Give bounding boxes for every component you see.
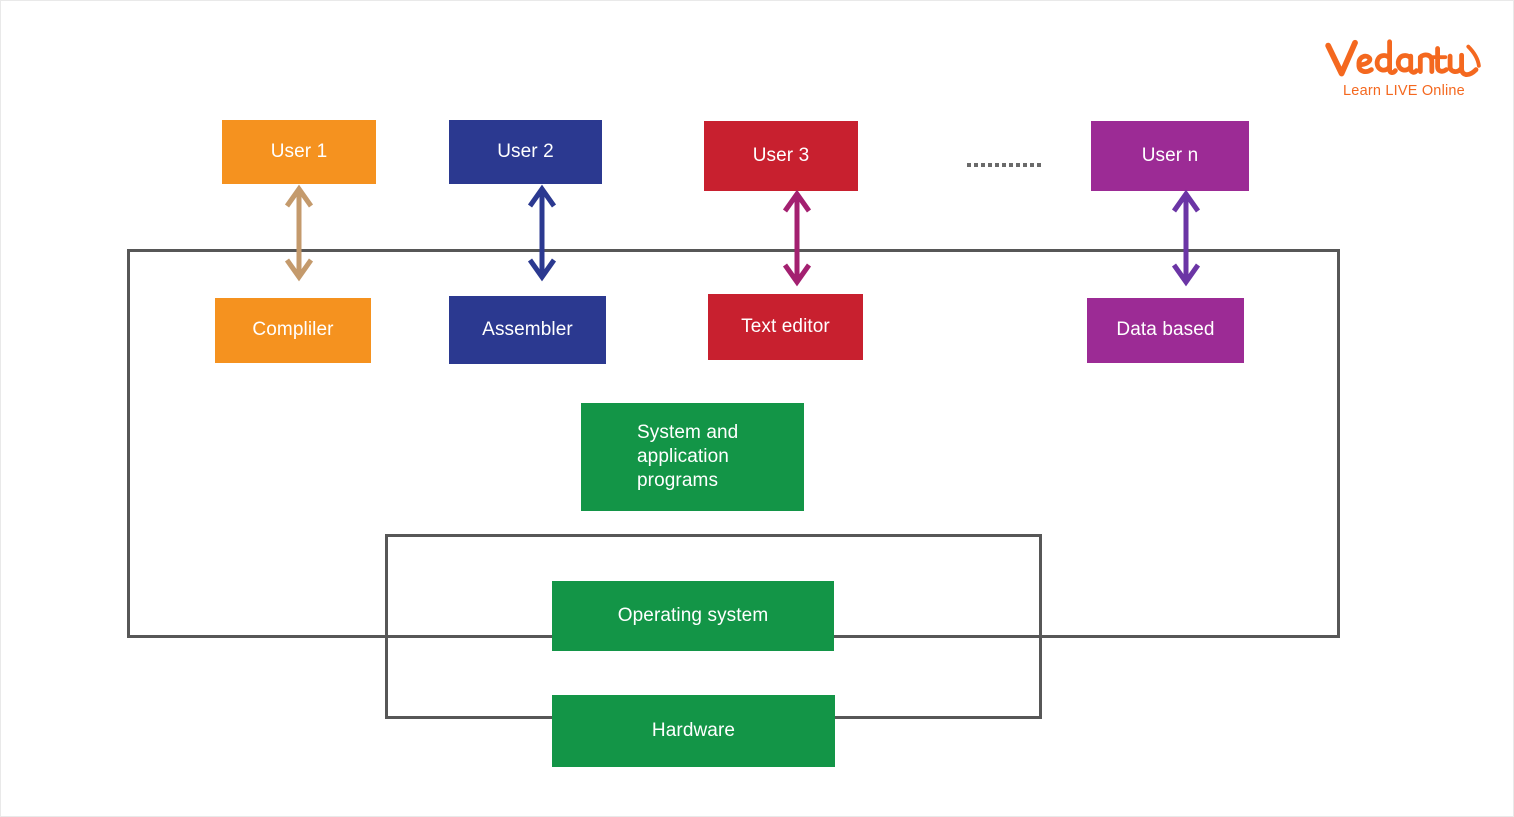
user-3-label: User 3 xyxy=(752,144,810,166)
operating-system-label: Operating system xyxy=(617,604,769,626)
system-and-application-programs-box[interactable]: System and application programs xyxy=(581,403,804,511)
compiler-box[interactable]: Compliler xyxy=(215,298,371,363)
ellipsis-dots xyxy=(967,163,1041,167)
user-1-label: User 1 xyxy=(270,140,328,162)
vedantu-wordmark-icon xyxy=(1325,39,1481,77)
user-2-box[interactable]: User 2 xyxy=(449,120,602,184)
user-2-label: User 2 xyxy=(497,140,554,162)
user-n-bidirectional-arrow-icon xyxy=(1171,189,1201,287)
operating-system-box[interactable]: Operating system xyxy=(552,581,834,651)
ellipsis-dot xyxy=(1016,163,1020,167)
data-based-box[interactable]: Data based xyxy=(1087,298,1244,363)
ellipsis-dot xyxy=(1037,163,1041,167)
assembler-box[interactable]: Assembler xyxy=(449,296,606,364)
user-n-box[interactable]: User n xyxy=(1091,121,1249,191)
system-and-application-programs-label: System and application programs xyxy=(637,421,739,492)
hardware-box[interactable]: Hardware xyxy=(552,695,835,767)
user-n-label: User n xyxy=(1141,144,1199,166)
diagram-canvas: Learn LIVE Online User 1 User 2 User 3 U… xyxy=(0,0,1514,817)
compiler-label: Compliler xyxy=(252,319,334,341)
ellipsis-dot xyxy=(1023,163,1027,167)
user-3-box[interactable]: User 3 xyxy=(704,121,858,191)
logo-tagline: Learn LIVE Online xyxy=(1343,83,1465,99)
assembler-label: Assembler xyxy=(482,318,573,340)
user-1-bidirectional-arrow-icon xyxy=(284,184,314,282)
ellipsis-dot xyxy=(1002,163,1006,167)
user-3-bidirectional-arrow-icon xyxy=(782,189,812,287)
ellipsis-dot xyxy=(988,163,992,167)
vedantu-logo: Learn LIVE Online xyxy=(1319,37,1489,107)
text-editor-label: Text editor xyxy=(741,315,830,337)
user-1-box[interactable]: User 1 xyxy=(222,120,376,184)
hardware-label: Hardware xyxy=(651,719,736,741)
user-2-bidirectional-arrow-icon xyxy=(527,184,557,282)
ellipsis-dot xyxy=(1030,163,1034,167)
ellipsis-dot xyxy=(1009,163,1013,167)
ellipsis-dot xyxy=(981,163,985,167)
data-based-label: Data based xyxy=(1116,319,1215,341)
ellipsis-dot xyxy=(967,163,971,167)
ellipsis-dot xyxy=(995,163,999,167)
ellipsis-dot xyxy=(974,163,978,167)
text-editor-box[interactable]: Text editor xyxy=(708,294,863,360)
